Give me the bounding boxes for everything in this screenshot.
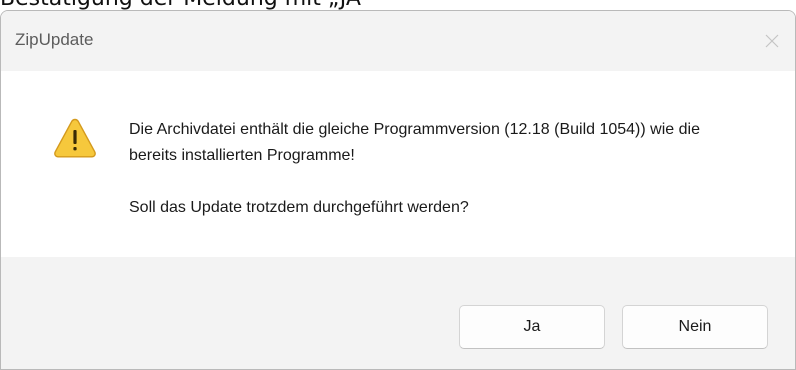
warning-icon: [54, 118, 96, 158]
close-button[interactable]: [749, 11, 795, 71]
yes-button[interactable]: Ja: [459, 305, 605, 349]
dialog-titlebar: ZipUpdate: [1, 11, 795, 71]
no-button[interactable]: Nein: [622, 305, 768, 349]
close-icon: [765, 34, 779, 48]
dialog-content: Die Archivdatei enthält die gleiche Prog…: [1, 71, 795, 257]
dialog-footer: Ja Nein: [1, 257, 795, 369]
message-question: Soll das Update trotzdem durchgeführt we…: [129, 199, 469, 216]
dialog-title: ZipUpdate: [15, 30, 94, 49]
message-dialog: ZipUpdate Die Archivdatei enthält die gl…: [0, 10, 796, 370]
dialog-message: Die Archivdatei enthält die gleiche Prog…: [129, 117, 749, 221]
message-text: Die Archivdatei enthält die gleiche Prog…: [129, 121, 700, 164]
